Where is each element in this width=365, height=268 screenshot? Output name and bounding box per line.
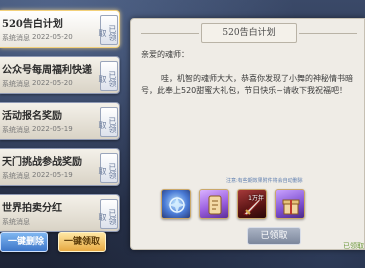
header-divider-left [141, 33, 199, 34]
mail-title: 公众号每周福利快递 [2, 65, 92, 76]
mail-list[interactable]: 520告白计划 系统消息 2022-05-20 已领取 公众号每周福利快递 系统… [0, 10, 122, 232]
mail-sender: 系统消息 [2, 218, 30, 226]
greeting-text: 亲爱的魂师： [141, 50, 189, 59]
mail-detail-panel: 520告白计划 亲爱的魂师： 哇，机智的魂师大大，恭喜你发现了小舞的神秘情书暗号… [130, 18, 365, 250]
claimed-button[interactable]: 已领取 [247, 227, 301, 245]
reward-count: 1万年 [248, 195, 264, 202]
mail-item-520[interactable]: 520告白计划 系统消息 2022-05-20 已领取 [0, 10, 120, 48]
mail-title: 活动报名奖励 [2, 111, 62, 122]
claimed-stamp: 已领取 [98, 199, 118, 229]
mail-item-activity[interactable]: 活动报名奖励 系统消息 2022-05-19 已领取 [0, 102, 120, 140]
claimed-stamp: 已领取 [98, 61, 118, 91]
mail-item-auction[interactable]: 世界拍卖分红 系统消息 已领取 [0, 194, 120, 232]
mail-sender: 系统消息 [2, 34, 30, 42]
detail-title: 520告白计划 [201, 23, 297, 43]
delete-all-button[interactable]: 一键删除 [0, 232, 48, 252]
mail-sender: 系统消息 [2, 80, 30, 88]
claimed-stamp: 已领取 [98, 15, 118, 45]
scroll-icon[interactable] [199, 189, 229, 219]
mail-title: 520告白计划 [2, 19, 63, 30]
claimed-stamp: 已领取 [98, 107, 118, 137]
attachment-note: 注意:有些期效果附件将会自动删除 [226, 178, 303, 184]
mail-date: 2022-05-19 [32, 125, 73, 133]
reward-list: 1万年 [161, 189, 321, 223]
mail-date: 2022-05-20 [32, 33, 73, 41]
claimed-status: 已领取 [343, 242, 364, 250]
mail-title: 天门挑战参战奖励 [2, 157, 82, 168]
mail-item-challenge[interactable]: 天门挑战参战奖励 系统消息 2022-05-19 已领取 [0, 148, 120, 186]
mail-item-weekly[interactable]: 公众号每周福利快递 系统消息 2022-05-20 已领取 [0, 56, 120, 94]
mail-sender: 系统消息 [2, 172, 30, 180]
blue-spirit-orb-icon[interactable] [161, 189, 191, 219]
mail-body-text: 哇，机智的魂师大大，恭喜你发现了小舞的神秘情书暗号，此奉上520甜蜜大礼包，节日… [141, 74, 353, 95]
claim-all-button[interactable]: 一键领取 [58, 232, 106, 252]
red-sword-icon[interactable]: 1万年 [237, 189, 267, 219]
claimed-stamp: 已领取 [98, 153, 118, 183]
header-divider-right [299, 33, 357, 34]
mail-sender: 系统消息 [2, 126, 30, 134]
mail-date: 2022-05-19 [32, 171, 73, 179]
gift-box-icon[interactable] [275, 189, 305, 219]
mail-title: 世界拍卖分红 [2, 203, 62, 214]
mail-date: 2022-05-20 [32, 79, 73, 87]
